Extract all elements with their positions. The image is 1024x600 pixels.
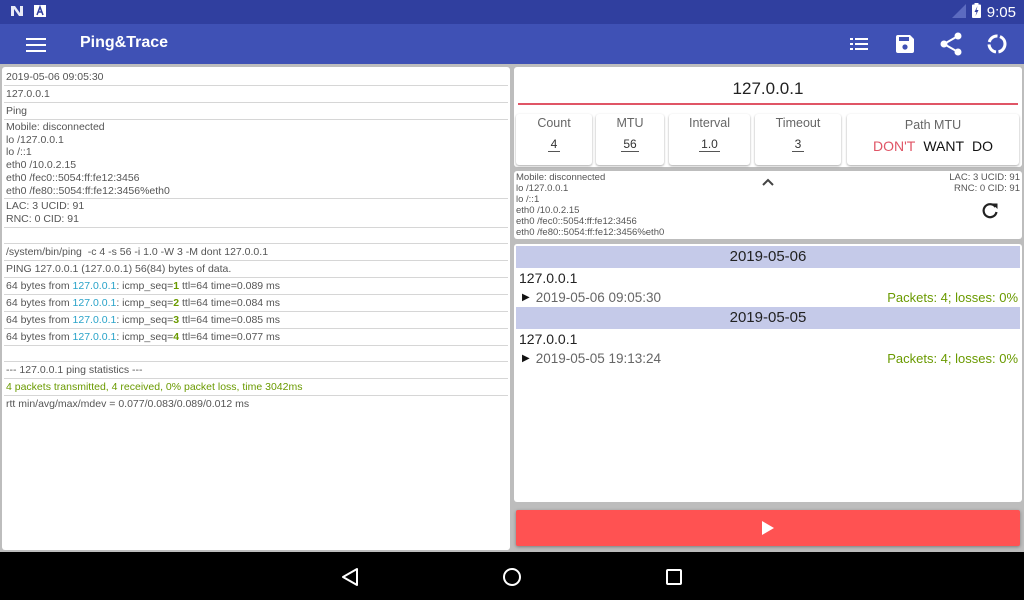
log-stats-summary: 4 packets transmitted, 4 received, 0% pa…	[4, 379, 508, 396]
log-mode: Ping	[4, 103, 508, 120]
path-mtu-label: Path MTU	[904, 118, 962, 132]
host-input[interactable]	[518, 75, 1018, 105]
clock: 9:05	[986, 4, 1016, 21]
log-command: /system/bin/ping -c 4 -s 56 -i 1.0 -W 3 …	[4, 244, 508, 261]
log-stats-header: --- 127.0.0.1 ping statistics ---	[4, 362, 508, 379]
notification-n-icon	[10, 4, 24, 22]
play-icon	[762, 521, 774, 535]
share-icon[interactable]	[938, 32, 964, 56]
history-date-header: 2019-05-05	[516, 307, 1020, 329]
history-result: Packets: 4; losses: 0%	[887, 290, 1018, 305]
interval-label: Interval	[689, 116, 730, 130]
back-icon[interactable]	[338, 565, 362, 589]
path-mtu-option-want[interactable]: WANT	[923, 138, 964, 154]
log-network-line: Mobile: disconnected	[6, 121, 105, 133]
cell-info-line: LAC: 3 UCID: 91	[949, 172, 1020, 183]
save-icon[interactable]	[892, 32, 918, 56]
expand-triangle-icon[interactable]: ▶	[522, 353, 530, 364]
log-host: 127.0.0.1	[4, 86, 508, 103]
log-ping-header: PING 127.0.0.1 (127.0.0.1) 56(84) bytes …	[4, 261, 508, 278]
network-info-line: eth0 /fec0::5054:ff:fe12:3456	[516, 216, 637, 227]
cell-info-lines: LAC: 3 UCID: 91 RNC: 0 CID: 91	[949, 172, 1020, 194]
path-mtu-field: Path MTU DON'T WANT DO	[847, 114, 1019, 165]
count-label: Count	[537, 116, 571, 130]
history-date-header: 2019-05-06	[516, 246, 1020, 268]
network-info-lines: Mobile: disconnected lo /127.0.0.1 lo /:…	[516, 172, 664, 238]
history-timestamp: 2019-05-05 19:13:24	[535, 351, 662, 366]
log-network-line: eth0 /fe80::5054:ff:fe12:3456%eth0	[6, 184, 170, 197]
ping-log-panel: 2019-05-06 09:05:30 127.0.0.1 Ping Mobil…	[2, 67, 510, 550]
signal-icon	[951, 3, 966, 22]
log-network-block: Mobile: disconnected lo /127.0.0.1 lo /:…	[4, 120, 508, 200]
mtu-field[interactable]: MTU 56	[596, 114, 664, 165]
path-mtu-option-dont[interactable]: DON'T	[873, 138, 915, 154]
history-list: 2019-05-06 127.0.0.1 ▶ 2019-05-06 09:05:3…	[514, 244, 1022, 502]
path-mtu-option-do[interactable]: DO	[972, 138, 993, 154]
log-network-line: lo /::1	[6, 146, 32, 159]
history-timestamp: 2019-05-06 09:05:30	[535, 290, 662, 305]
log-reply: 64 bytes from 127.0.0.1: icmp_seq=4 ttl=…	[4, 329, 508, 346]
interval-field[interactable]: Interval 1.0	[669, 114, 750, 165]
app-title: Ping&Trace	[80, 34, 169, 51]
app-bar: Ping&Trace	[0, 24, 1024, 64]
history-host: 127.0.0.1	[519, 270, 578, 286]
network-info-line: Mobile: disconnected	[516, 172, 606, 183]
notification-a-icon	[34, 4, 46, 22]
log-timestamp: 2019-05-06 09:05:30	[4, 69, 508, 86]
mtu-label: MTU	[616, 116, 644, 130]
hamburger-menu-icon[interactable]	[26, 35, 46, 53]
recents-icon[interactable]	[662, 565, 686, 589]
network-info-line: eth0 /fe80::5054:ff:fe12:3456%eth0	[516, 227, 665, 238]
network-info-card: Mobile: disconnected lo /127.0.0.1 lo /:…	[514, 171, 1022, 239]
log-cell-block: LAC: 3 UCID: 91 RNC: 0 CID: 91	[4, 199, 508, 228]
log-cell-line: LAC: 3 UCID: 91	[6, 200, 85, 213]
log-reply: 64 bytes from 127.0.0.1: icmp_seq=2 ttl=…	[4, 295, 508, 312]
battery-charging-icon	[971, 3, 981, 22]
timeout-label: Timeout	[775, 116, 821, 130]
log-network-line: eth0 /fec0::5054:ff:fe12:3456	[6, 171, 140, 184]
log-network-line: lo /127.0.0.1	[6, 133, 64, 146]
mtu-value[interactable]: 56	[621, 137, 639, 152]
start-ping-button[interactable]	[516, 510, 1020, 546]
list-icon[interactable]	[846, 32, 872, 56]
interval-value[interactable]: 1.0	[699, 137, 720, 152]
history-item[interactable]: ▶ 2019-05-05 19:13:24 Packets: 4; losses:…	[516, 349, 1020, 368]
ping-form-card: Count 4 MTU 56 Interval 1.0 Timeout 3 Pa…	[514, 67, 1022, 167]
status-bar: 9:05	[0, 0, 1024, 24]
network-info-line: lo /::1	[516, 194, 540, 205]
history-host: 127.0.0.1	[519, 331, 578, 347]
log-rtt: rtt min/avg/max/mdev = 0.077/0.083/0.089…	[6, 397, 250, 410]
log-spacer	[4, 346, 508, 362]
progress-circle-icon[interactable]	[984, 32, 1010, 56]
log-cell-line: RNC: 0 CID: 91	[6, 212, 79, 225]
log-network-line: eth0 /10.0.2.15	[6, 159, 77, 172]
log-reply: 64 bytes from 127.0.0.1: icmp_seq=1 ttl=…	[4, 278, 508, 295]
home-icon[interactable]	[500, 565, 524, 589]
chevron-up-icon[interactable]	[760, 175, 776, 187]
log-reply: 64 bytes from 127.0.0.1: icmp_seq=3 ttl=…	[4, 312, 508, 329]
cell-info-line: RNC: 0 CID: 91	[954, 183, 1020, 194]
count-value[interactable]: 4	[548, 137, 560, 152]
refresh-icon[interactable]	[980, 201, 1000, 221]
network-info-line: lo /127.0.0.1	[516, 183, 569, 194]
timeout-value[interactable]: 3	[792, 137, 804, 152]
expand-triangle-icon[interactable]: ▶	[522, 292, 530, 303]
log-spacer	[4, 228, 508, 244]
count-field[interactable]: Count 4	[516, 114, 592, 165]
system-nav-bar	[0, 552, 1024, 600]
history-item[interactable]: ▶ 2019-05-06 09:05:30 Packets: 4; losses:…	[516, 288, 1020, 307]
history-result: Packets: 4; losses: 0%	[887, 351, 1018, 366]
network-info-line: eth0 /10.0.2.15	[516, 205, 580, 216]
timeout-field[interactable]: Timeout 3	[755, 114, 841, 165]
